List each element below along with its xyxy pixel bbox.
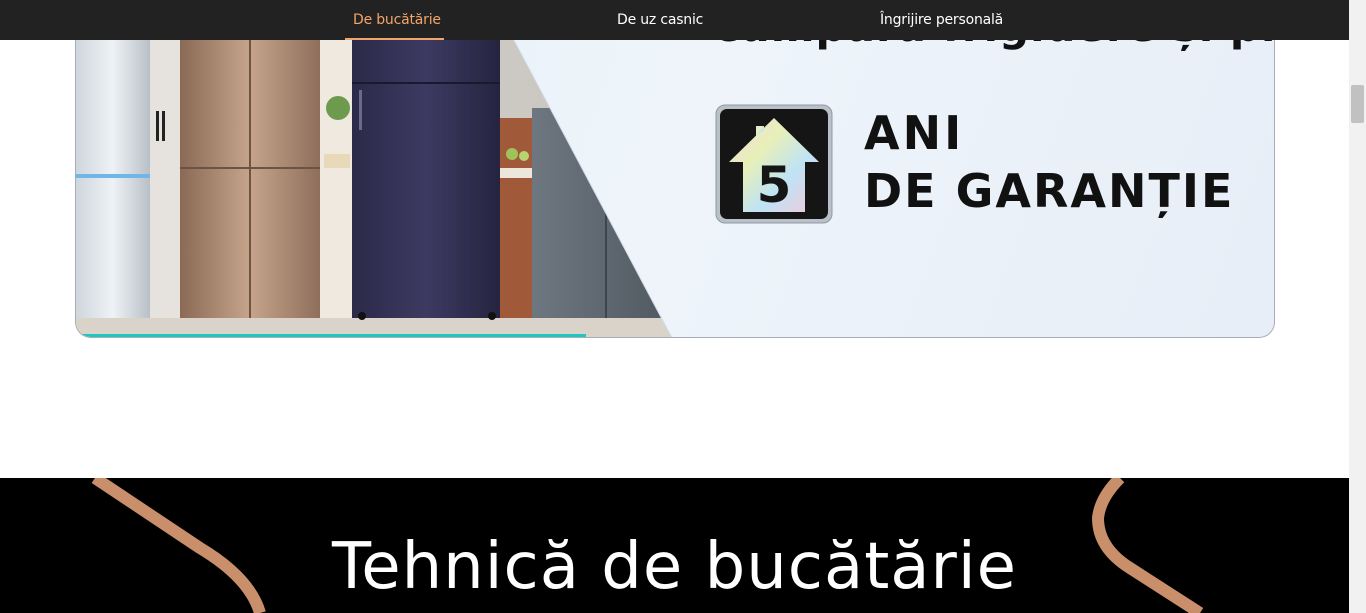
- scrollbar-thumb[interactable]: [1351, 85, 1364, 123]
- active-tab-indicator: [345, 38, 444, 40]
- tab-de-bucatarie[interactable]: De bucătărie: [353, 0, 441, 40]
- warranty-number: 5: [757, 156, 792, 214]
- promo-banner[interactable]: cumpără frigidere și primești 5 ANI DE G…: [75, 0, 1275, 338]
- top-navigation: De bucătărie De uz casnic Îngrijire pers…: [0, 0, 1349, 40]
- section-title: Tehnică de bucătărie: [332, 530, 1017, 604]
- warranty-line1: ANI: [864, 106, 965, 160]
- carousel-progress-bar: [76, 334, 586, 337]
- tab-de-uz-casnic[interactable]: De uz casnic: [617, 0, 703, 40]
- warranty-line2: DE GARANȚIE: [864, 164, 1235, 218]
- refrigerators-photo: [76, 0, 673, 337]
- page: cumpără frigidere și primești 5 ANI DE G…: [0, 0, 1366, 613]
- tab-ingrijire-personala[interactable]: Îngrijire personală: [880, 0, 1003, 40]
- house-5-icon: 5: [715, 104, 833, 224]
- kitchen-section: Tehnică de bucătărie: [0, 478, 1349, 613]
